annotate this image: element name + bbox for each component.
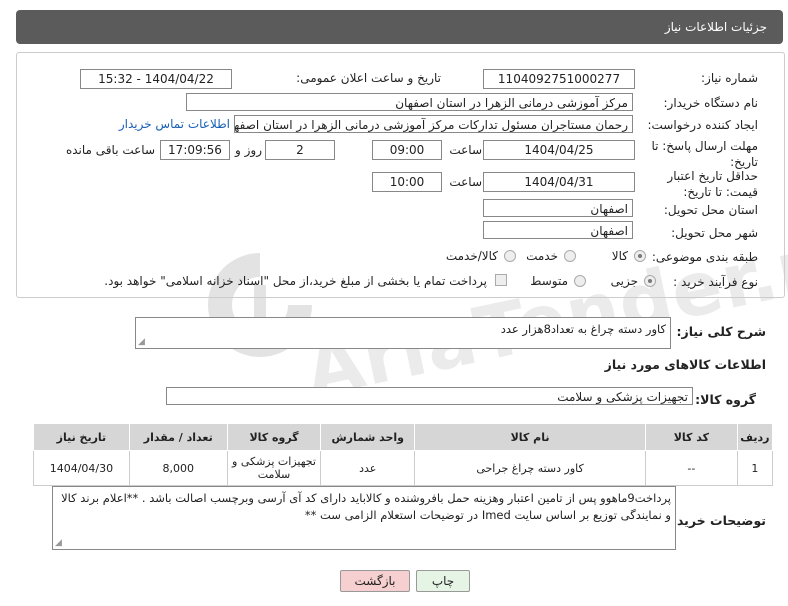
category-service-radio[interactable] bbox=[564, 250, 576, 262]
city-label: شهر محل تحویل: bbox=[671, 226, 758, 240]
category-option-both[interactable]: کالا/خدمت bbox=[440, 248, 520, 264]
description-textarea[interactable]: کاور دسته چراغ به تعداد8هزار عدد ◢ bbox=[135, 317, 671, 349]
payment-checkbox[interactable] bbox=[495, 274, 507, 286]
price-time-label: ساعت bbox=[449, 175, 482, 189]
col-item-group: گروه کالا bbox=[226, 423, 322, 451]
announce-label: تاریخ و ساعت اعلان عمومی: bbox=[296, 71, 441, 85]
days-label: روز و bbox=[235, 143, 262, 157]
payment-note: پرداخت تمام یا بخشی از مبلغ خرید،از محل … bbox=[104, 274, 487, 288]
cell-item-name: کاور دسته چراغ جراحی bbox=[414, 450, 646, 486]
col-unit: واحد شمارش bbox=[320, 423, 416, 451]
category-service-label: خدمت bbox=[526, 249, 558, 263]
requester-label: ایجاد کننده درخواست: bbox=[647, 118, 758, 132]
process-minor-radio[interactable] bbox=[644, 275, 656, 287]
need-number-field: 1104092751000277 bbox=[483, 69, 635, 89]
category-goods-label: کالا bbox=[611, 249, 628, 263]
col-row-number: ردیف bbox=[736, 423, 774, 451]
process-medium-radio[interactable] bbox=[574, 275, 586, 287]
process-option-minor[interactable]: جزیی bbox=[600, 273, 660, 289]
cell-row-number: 1 bbox=[736, 450, 774, 486]
goods-group-label: گروه کالا: bbox=[695, 392, 756, 407]
days-field: 2 bbox=[265, 140, 335, 160]
announce-field: 1404/04/22 - 15:32 bbox=[80, 69, 232, 89]
cell-item-code: -- bbox=[644, 450, 738, 486]
reply-date-field: 1404/04/25 bbox=[483, 140, 635, 160]
cell-unit: عدد bbox=[320, 450, 416, 486]
goods-table-header: ردیف کد کالا نام کالا واحد شمارش گروه کا… bbox=[33, 423, 774, 451]
buyer-contact-link[interactable]: اطلاعات تماس خریدار bbox=[119, 117, 230, 131]
requester-field: رحمان مستاجران مسئول تدارکات مرکز آموزشی… bbox=[234, 115, 633, 133]
description-label: شرح کلی نیاز: bbox=[676, 324, 766, 339]
cell-item-group: تجهیزات پزشکی و سلامت bbox=[226, 450, 322, 486]
cell-need-date: 1404/04/30 bbox=[33, 450, 130, 486]
province-field: اصفهان bbox=[483, 199, 633, 217]
cell-quantity: 8,000 bbox=[128, 450, 228, 486]
col-item-name: نام کالا bbox=[414, 423, 646, 451]
description-text: کاور دسته چراغ به تعداد8هزار عدد bbox=[500, 322, 666, 336]
city-field: اصفهان bbox=[483, 221, 633, 239]
reply-time-field: 09:00 bbox=[372, 140, 442, 160]
reply-time-label: ساعت bbox=[449, 143, 482, 157]
buyer-notes-text: پرداخت9ماهوو پس از تامین اعتبار وهزینه ح… bbox=[61, 491, 671, 522]
buyer-notes-label: توضیحات خریدار: bbox=[660, 513, 766, 528]
process-medium-label: متوسط bbox=[530, 274, 568, 288]
back-button[interactable]: بازگشت bbox=[340, 570, 410, 592]
price-deadline-label: حداقل تاریخ اعتبار قیمت: تا تاریخ: bbox=[667, 169, 758, 199]
print-button[interactable]: چاپ bbox=[416, 570, 470, 592]
price-date-field: 1404/04/31 bbox=[483, 172, 635, 192]
process-minor-label: جزیی bbox=[610, 274, 638, 288]
need-number-label: شماره نیاز: bbox=[701, 71, 758, 85]
process-option-medium[interactable]: متوسط bbox=[520, 273, 590, 289]
goods-group-field: تجهیزات پزشکی و سلامت bbox=[166, 387, 693, 405]
buyer-org-label: نام دستگاه خریدار: bbox=[663, 96, 759, 110]
category-goods-radio[interactable] bbox=[634, 250, 646, 262]
category-label: طبقه بندی موضوعی: bbox=[651, 250, 758, 264]
table-row: 1 -- کاور دسته چراغ جراحی عدد تجهیزات پز… bbox=[33, 450, 774, 486]
page-header: جزئیات اطلاعات نیاز bbox=[16, 10, 783, 44]
process-label: نوع فرآیند خرید : bbox=[673, 275, 758, 289]
province-label: استان محل تحویل: bbox=[663, 203, 758, 217]
col-quantity: تعداد / مقدار bbox=[128, 423, 228, 451]
col-item-code: کد کالا bbox=[644, 423, 738, 451]
remaining-label: ساعت باقی مانده bbox=[65, 143, 155, 157]
category-option-goods[interactable]: کالا bbox=[590, 248, 650, 264]
category-option-service[interactable]: خدمت bbox=[520, 248, 580, 264]
goods-table: ردیف کد کالا نام کالا واحد شمارش گروه کا… bbox=[33, 423, 774, 486]
col-need-date: تاریخ نیاز bbox=[33, 423, 130, 451]
resize-handle-icon[interactable]: ◢ bbox=[55, 538, 62, 548]
category-both-label: کالا/خدمت bbox=[445, 249, 498, 263]
price-time-field: 10:00 bbox=[372, 172, 442, 192]
buyer-org-field: مرکز آموزشی درمانی الزهرا در استان اصفها… bbox=[186, 93, 633, 111]
category-both-radio[interactable] bbox=[504, 250, 516, 262]
page-title: جزئیات اطلاعات نیاز bbox=[664, 20, 767, 34]
buyer-notes-textarea[interactable]: پرداخت9ماهوو پس از تامین اعتبار وهزینه ح… bbox=[52, 486, 676, 550]
remaining-time-field: 17:09:56 bbox=[160, 140, 230, 160]
goods-section-title: اطلاعات کالاهای مورد نیاز bbox=[604, 357, 766, 372]
resize-handle-icon[interactable]: ◢ bbox=[138, 337, 145, 347]
reply-deadline-label: مهلت ارسال پاسخ: تا تاریخ: bbox=[651, 139, 758, 169]
